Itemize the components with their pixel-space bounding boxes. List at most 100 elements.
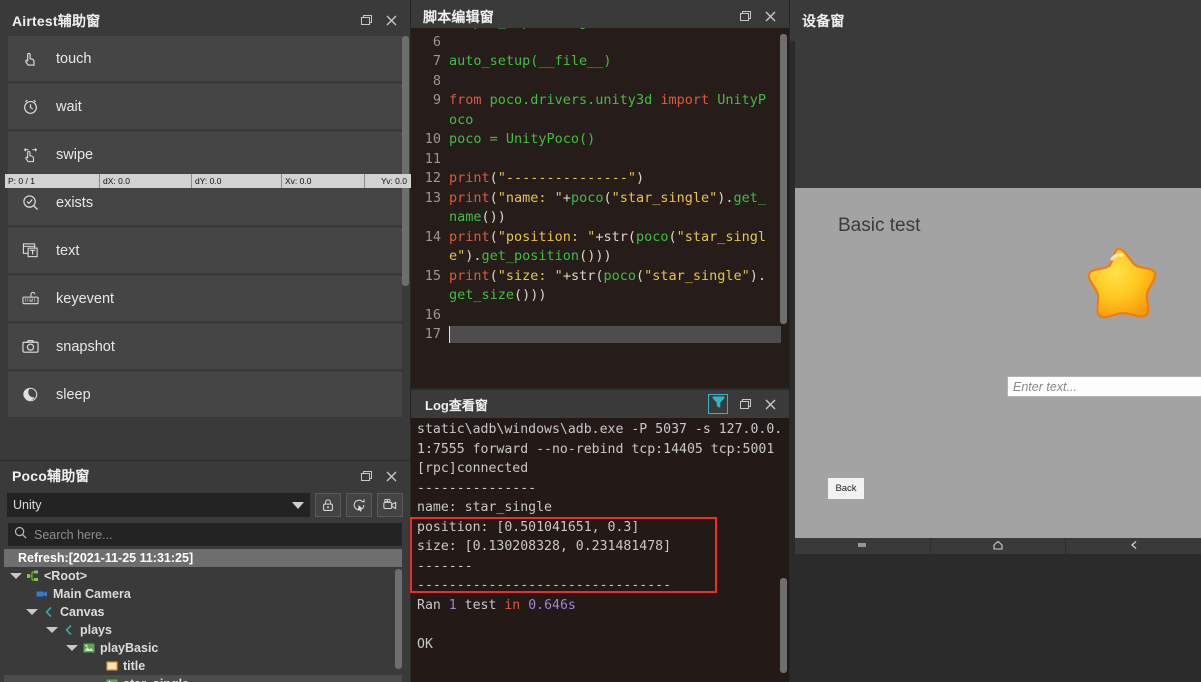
airtest-assistant-panel: Airtest辅助窗 All — [0, 0, 410, 460]
camera-icon — [22, 338, 48, 355]
tree-node-playbasic[interactable]: playBasic — [4, 639, 402, 657]
command-swipe[interactable]: swipe — [8, 132, 402, 177]
android-menu-button[interactable] — [795, 538, 931, 554]
game-back-button[interactable]: Back — [828, 478, 864, 499]
tree-scrollbar-thumb[interactable] — [395, 569, 402, 669]
canvas-icon — [41, 606, 56, 618]
code-text: auto_setup(__file__) — [449, 53, 612, 69]
code-text: print("size: "+str(poco("star_single").g… — [449, 267, 767, 304]
line-number: 8 — [432, 72, 441, 89]
tree-node-star-single[interactable]: star_single — [4, 675, 402, 682]
triangle-expanded-icon[interactable] — [66, 645, 78, 651]
poco-assistant-panel: Poco辅助窗 Unity Search here... Refresh:[20… — [0, 461, 410, 682]
line-number: 13 — [424, 189, 441, 206]
tree-node-plays[interactable]: plays — [4, 621, 402, 639]
log-scrollbar-thumb[interactable] — [780, 578, 787, 673]
poco-lock-button[interactable] — [315, 493, 341, 517]
chevron-down-icon — [292, 501, 304, 509]
code-text: poco = UnityPoco() — [449, 131, 596, 147]
triangle-expanded-icon[interactable] — [46, 627, 58, 633]
line-number: 15 — [424, 267, 441, 284]
log-ran-in: in — [504, 597, 521, 613]
poco-panel-title: Poco辅助窗 — [12, 468, 90, 484]
editor-window-buttons — [740, 11, 789, 22]
command-snapshot[interactable]: snapshot — [8, 324, 402, 369]
line-number: 16 — [424, 306, 441, 323]
tree-node-canvas[interactable]: Canvas — [4, 603, 402, 621]
airtest-ide-window: Airtest辅助窗 All — [0, 0, 1201, 682]
close-icon[interactable] — [386, 471, 397, 482]
triangle-expanded-icon[interactable] — [26, 609, 38, 615]
tree-node-label: star_single — [123, 677, 189, 682]
text-box-icon — [22, 242, 48, 259]
status-dx: dX: 0.0 — [100, 174, 192, 188]
code-line: 9 from poco.drivers.unity3d import UnityP… — [411, 91, 771, 130]
image-node-icon — [81, 642, 96, 654]
close-icon[interactable] — [765, 11, 776, 22]
tree-node-main-camera[interactable]: Main Camera — [4, 585, 402, 603]
restore-icon[interactable] — [361, 15, 372, 26]
command-list-scrollbar-track[interactable] — [402, 36, 409, 448]
game-title-label: Basic test — [838, 215, 921, 236]
line-number: 7 — [432, 53, 441, 69]
code-editor[interactable]: simple_report,LogToHtml 6 7 auto_setup(__… — [411, 28, 789, 388]
line-number: 10 — [424, 131, 441, 147]
line-number: 6 — [432, 33, 441, 50]
log-ok: OK — [417, 636, 433, 652]
search-input[interactable] — [34, 527, 396, 542]
tree-node-label: plays — [80, 623, 112, 637]
poco-search-box[interactable] — [8, 523, 402, 546]
star-single-image[interactable] — [1078, 245, 1160, 325]
restore-icon[interactable] — [361, 470, 372, 482]
log-ran-time: 0.646s — [520, 597, 576, 613]
status-xv: Xv: 0.0 — [282, 174, 365, 188]
log-window-buttons — [740, 398, 789, 410]
command-sleep[interactable]: sleep — [8, 372, 402, 417]
hand-swipe-icon — [22, 146, 48, 163]
command-list-scrollbar-thumb[interactable] — [402, 36, 409, 286]
airtest-command-list: touch wait swipe exists text keyevent sn… — [8, 36, 402, 448]
editor-panel-title: 脚本编辑窗 — [423, 8, 494, 25]
poco-toolbar: Unity — [0, 491, 410, 519]
code-scrollbar-thumb[interactable] — [780, 34, 787, 324]
poco-engine-select[interactable]: Unity — [7, 493, 310, 517]
canvas-icon — [61, 624, 76, 636]
close-icon[interactable] — [765, 399, 776, 410]
poco-refresh-button[interactable] — [346, 493, 372, 517]
command-touch[interactable]: touch — [8, 36, 402, 81]
code-line: 7 auto_setup(__file__) — [411, 52, 771, 72]
command-keyevent[interactable]: keyevent — [8, 276, 402, 321]
tree-node-title[interactable]: title — [4, 657, 402, 675]
command-wait[interactable]: wait — [8, 84, 402, 129]
tree-node-root[interactable]: <Root> — [4, 567, 402, 585]
android-back-button[interactable] — [1066, 538, 1201, 554]
code-text: print("---------------") — [449, 170, 645, 186]
log-dashes-tail: ------- — [417, 558, 473, 574]
android-home-button[interactable] — [931, 538, 1067, 554]
restore-icon[interactable] — [740, 398, 751, 410]
command-label: keyevent — [56, 290, 115, 307]
video-camera-icon — [383, 498, 397, 512]
menu-icon — [857, 537, 867, 555]
log-panel-title: Log查看窗 — [425, 397, 488, 413]
poco-panel-title-bar: Poco辅助窗 — [0, 461, 410, 491]
log-output[interactable]: static\adb\windows\adb.exe -P 5037 -s 12… — [411, 418, 789, 682]
code-line: 10 poco = UnityPoco() — [411, 130, 771, 150]
line-number: 12 — [424, 170, 441, 186]
code-line: 8 — [411, 72, 771, 92]
code-line: 16 — [411, 306, 771, 326]
triangle-expanded-icon[interactable] — [10, 573, 22, 579]
game-text-input[interactable]: Enter text... — [1007, 376, 1201, 397]
code-line: 15 print("size: "+str(poco("star_single")… — [411, 267, 771, 306]
poco-record-button[interactable] — [377, 493, 403, 517]
restore-icon[interactable] — [740, 11, 751, 22]
hand-touch-icon — [22, 50, 48, 67]
tree-refresh-row[interactable]: Refresh:[2021-11-25 11:31:25] — [4, 549, 402, 567]
code-line: 13 print("name: "+poco("star_single").get… — [411, 189, 771, 228]
close-icon[interactable] — [386, 15, 397, 26]
log-filter-button[interactable] — [708, 394, 728, 414]
back-icon — [1129, 537, 1139, 555]
command-text[interactable]: text — [8, 228, 402, 273]
search-icon — [14, 526, 27, 544]
